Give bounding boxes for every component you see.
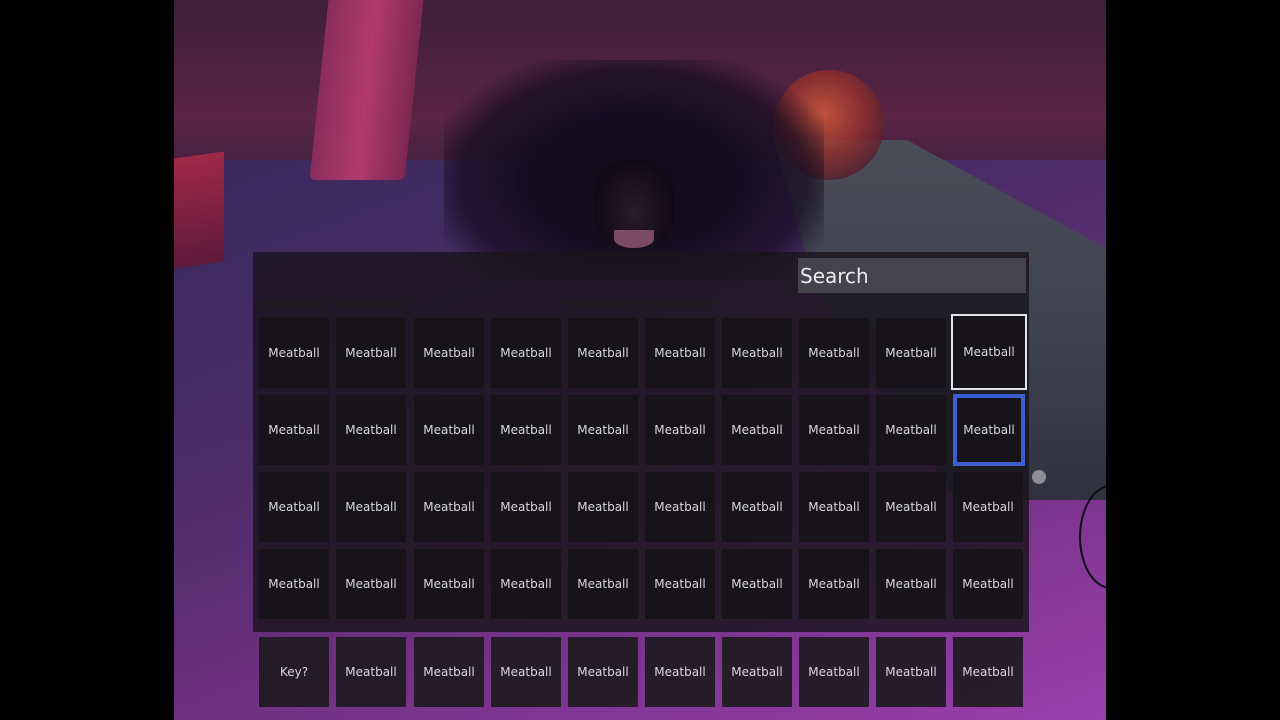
inventory-slot[interactable]: Meatball: [568, 318, 638, 388]
inventory-slot[interactable]: Meatball: [259, 318, 329, 388]
inventory-slot[interactable]: Meatball: [259, 549, 329, 619]
inventory-slot[interactable]: Meatball: [259, 395, 329, 465]
hotbar-slot[interactable]: Meatball: [491, 637, 561, 707]
inventory-slot[interactable]: Meatball: [414, 395, 484, 465]
column-header: [566, 300, 636, 310]
pink-pillar: [309, 0, 424, 180]
hotbar-slot[interactable]: Meatball: [876, 637, 946, 707]
creature-mouth: [614, 230, 654, 248]
inventory-slot[interactable]: Meatball: [799, 472, 869, 542]
inventory-slot[interactable]: Meatball: [876, 318, 946, 388]
inventory-slot-selected[interactable]: Meatball: [951, 314, 1027, 390]
inventory-slot[interactable]: Meatball: [876, 395, 946, 465]
inventory-slot[interactable]: Meatball: [491, 472, 561, 542]
inventory-slot[interactable]: Meatball: [799, 549, 869, 619]
hotbar-slot[interactable]: Meatball: [953, 637, 1023, 707]
inventory-slot[interactable]: Meatball: [645, 318, 715, 388]
inventory-slot[interactable]: Meatball: [414, 472, 484, 542]
hotbar-slot[interactable]: Meatball: [645, 637, 715, 707]
inventory-slot[interactable]: Meatball: [722, 472, 792, 542]
inventory-slot[interactable]: Meatball: [568, 472, 638, 542]
hotbar-slot[interactable]: Meatball: [336, 637, 406, 707]
inventory-slot[interactable]: Meatball: [722, 549, 792, 619]
inventory-slot[interactable]: Meatball: [336, 472, 406, 542]
hotbar-slot[interactable]: Meatball: [799, 637, 869, 707]
inventory-slot[interactable]: Meatball: [645, 395, 715, 465]
inventory-slot[interactable]: Meatball: [259, 472, 329, 542]
inventory-slot[interactable]: Meatball: [336, 318, 406, 388]
inventory-slot[interactable]: Meatball: [876, 549, 946, 619]
inventory-slot[interactable]: Meatball: [799, 318, 869, 388]
inventory-slot[interactable]: Meatball: [336, 395, 406, 465]
inventory-slot[interactable]: Meatball: [491, 549, 561, 619]
scroll-indicator[interactable]: [1032, 470, 1046, 484]
hotbar-slot-key[interactable]: Key?: [259, 637, 329, 707]
column-header: [336, 300, 406, 310]
inventory-slot-focused[interactable]: Meatball: [953, 394, 1025, 466]
red-block: [174, 151, 224, 269]
column-header: [260, 300, 328, 310]
inventory-slot[interactable]: Meatball: [953, 549, 1023, 619]
search-input[interactable]: [798, 258, 1026, 293]
inventory-slot[interactable]: Meatball: [414, 318, 484, 388]
inventory-slot[interactable]: Meatball: [799, 395, 869, 465]
hotbar-slot[interactable]: Meatball: [722, 637, 792, 707]
inventory-slot[interactable]: Meatball: [876, 472, 946, 542]
inventory-slot[interactable]: Meatball: [645, 549, 715, 619]
inventory-slot[interactable]: Meatball: [722, 318, 792, 388]
inventory-slot[interactable]: Meatball: [568, 395, 638, 465]
inventory-slot[interactable]: Meatball: [491, 395, 561, 465]
inventory-slot[interactable]: Meatball: [645, 472, 715, 542]
column-header: [644, 300, 714, 310]
inventory-slot[interactable]: Meatball: [491, 318, 561, 388]
inventory-slot[interactable]: Meatball: [414, 549, 484, 619]
inventory-slot[interactable]: Meatball: [336, 549, 406, 619]
inventory-slot[interactable]: Meatball: [722, 395, 792, 465]
hotbar-slot[interactable]: Meatball: [568, 637, 638, 707]
hotbar-slot[interactable]: Meatball: [414, 637, 484, 707]
inventory-slot[interactable]: Meatball: [568, 549, 638, 619]
inventory-slot[interactable]: Meatball: [953, 472, 1023, 542]
